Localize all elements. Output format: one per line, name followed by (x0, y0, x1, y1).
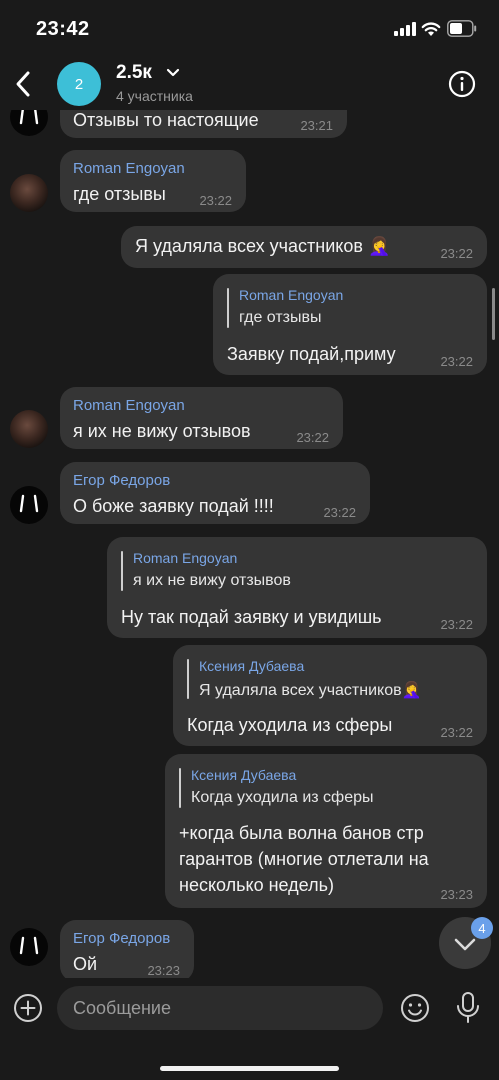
battery-icon (447, 20, 477, 37)
avatar[interactable] (10, 110, 48, 136)
scrollbar[interactable] (492, 288, 495, 340)
message-text-value: Я удаляла всех участников (135, 236, 363, 256)
avatar-image (19, 494, 39, 513)
message-bubble-outgoing[interactable]: Ксения Дубаева Когда уходила из сферы +к… (165, 754, 487, 908)
attach-plus-icon[interactable] (13, 993, 43, 1023)
sender-name: Егор Федоров (73, 472, 171, 489)
message-text: где отзывы (73, 184, 166, 204)
message-time: 23:22 (323, 505, 356, 520)
message-time: 23:22 (440, 354, 473, 369)
message-text: Отзывы то настоящие (73, 110, 259, 130)
message-time: 23:22 (199, 193, 232, 208)
reply-sender-name: Roman Engoyan (133, 550, 238, 566)
message-bubble-incoming[interactable]: Roman Engoyan где отзывы 23:22 (60, 150, 246, 212)
reply-text-value: Я удаляла всех участников (199, 682, 402, 699)
message-time: 23:22 (440, 617, 473, 632)
home-indicator[interactable] (160, 1066, 339, 1071)
sender-name: Roman Engoyan (73, 160, 185, 177)
message-text: Я удаляла всех участников 🤦‍♀️ (135, 236, 390, 257)
group-avatar[interactable]: 2 (57, 62, 101, 106)
message-bubble-outgoing[interactable]: Roman Engoyan я их не вижу отзывов Ну та… (107, 537, 487, 638)
message-time: 23:23 (147, 963, 180, 978)
status-bar: 23:42 (0, 0, 499, 58)
message-text: О боже заявку подай !!!! (73, 496, 274, 516)
message-bubble-incoming[interactable]: Егор Федоров Ой 23:23 (60, 920, 194, 978)
avatar-image (19, 110, 39, 125)
chat-header: 2 2.5к 4 участника (0, 58, 499, 110)
message-input[interactable] (57, 986, 383, 1030)
avatar[interactable] (10, 174, 48, 212)
message-text: +когда была волна банов стр гарантов (мн… (179, 823, 429, 895)
emoji-icon[interactable] (400, 993, 430, 1023)
message-text: Заявку подай,приму (227, 344, 396, 364)
microphone-icon[interactable] (455, 991, 481, 1025)
group-avatar-letter: 2 (74, 75, 84, 93)
message-time: 23:22 (296, 430, 329, 445)
message-time: 23:22 (440, 725, 473, 740)
wifi-icon (421, 22, 441, 36)
back-icon[interactable] (10, 68, 36, 100)
message-time: 23:23 (440, 887, 473, 902)
reply-text: я их не вижу отзывов (133, 572, 291, 589)
reply-quote-bar (187, 659, 189, 699)
message-text: Ну так подай заявку и увидишь (121, 607, 382, 627)
chevron-down-icon[interactable] (166, 67, 180, 79)
reply-quote-bar (179, 768, 181, 808)
message-time: 23:22 (440, 246, 473, 261)
reply-text: Я удаляла всех участников🤦‍♀️ (199, 680, 422, 700)
status-time: 23:42 (36, 18, 90, 40)
unread-count-badge: 4 (471, 917, 493, 939)
sender-name: Roman Engoyan (73, 397, 185, 414)
reply-quote-bar (121, 551, 123, 591)
reply-sender-name: Ксения Дубаева (191, 767, 297, 783)
participants-count: 4 участника (116, 88, 193, 104)
reply-sender-name: Ксения Дубаева (199, 658, 305, 674)
sender-name: Егор Федоров (73, 930, 171, 947)
facepalm-emoji: 🤦‍♀️ (367, 236, 391, 256)
reply-text: Когда уходила из сферы (191, 789, 374, 806)
chat-title[interactable]: 2.5к (116, 62, 152, 84)
message-bubble-outgoing[interactable]: Я удаляла всех участников 🤦‍♀️ 23:22 (121, 226, 487, 268)
message-bubble-outgoing[interactable]: Roman Engoyan где отзывы Заявку подай,пр… (213, 274, 487, 375)
reply-quote-bar (227, 288, 229, 328)
message-time: 23:21 (300, 118, 333, 133)
info-icon[interactable] (448, 70, 476, 98)
message-text: я их не вижу отзывов (73, 421, 251, 441)
message-bubble-incoming[interactable]: Roman Engoyan я их не вижу отзывов 23:22 (60, 387, 343, 449)
message-bubble-incoming[interactable]: Отзывы то настоящие 23:21 (60, 110, 347, 138)
message-bubble-outgoing[interactable]: Ксения Дубаева Я удаляла всех участников… (173, 645, 487, 746)
cellular-signal-icon (394, 22, 416, 36)
avatar[interactable] (10, 928, 48, 966)
message-text: Когда уходила из сферы (187, 715, 393, 735)
avatar-image (19, 936, 39, 955)
message-bubble-incoming[interactable]: Егор Федоров О боже заявку подай !!!! 23… (60, 462, 370, 524)
facepalm-emoji: 🤦‍♀️ (401, 682, 422, 699)
reply-sender-name: Roman Engoyan (239, 287, 344, 303)
message-list[interactable]: Отзывы то настоящие 23:21 Roman Engoyan … (0, 110, 499, 978)
message-text: Ой (73, 954, 98, 974)
reply-text: где отзывы (239, 309, 322, 326)
avatar[interactable] (10, 410, 48, 448)
composer-bar (0, 978, 499, 1080)
avatar[interactable] (10, 486, 48, 524)
